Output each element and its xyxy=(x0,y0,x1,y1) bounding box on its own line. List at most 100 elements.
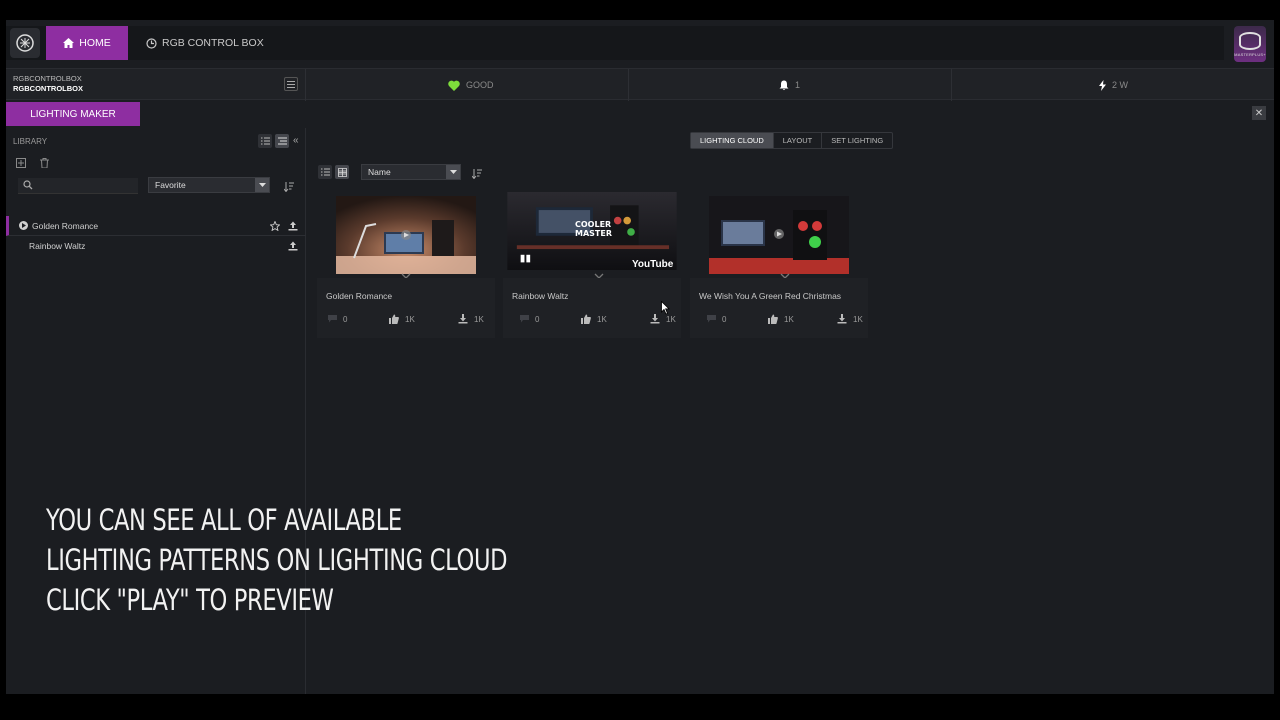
library-item[interactable]: Rainbow Waltz xyxy=(6,236,306,256)
lighting-card[interactable]: We Wish You A Green Red Christmas 0 1K 1… xyxy=(690,190,868,338)
library-sort-button[interactable] xyxy=(283,179,294,197)
caption-line-3: CLICK "PLAY" TO PREVIEW xyxy=(46,583,334,617)
power-status: 2 W xyxy=(1099,69,1128,101)
close-icon: ✕ xyxy=(1254,107,1264,119)
device-menu-button[interactable] xyxy=(284,77,298,91)
upload-icon[interactable] xyxy=(288,221,298,231)
collapse-panel-button[interactable]: « xyxy=(293,135,299,146)
sort-order-button[interactable] xyxy=(471,166,482,184)
card-thumbnail[interactable]: COOLER MASTER YouTube xyxy=(503,190,681,278)
download-icon[interactable] xyxy=(837,314,847,324)
top-nav: HOME RGB CONTROL BOX xyxy=(6,26,1224,60)
thumbs-up-icon[interactable] xyxy=(768,314,778,324)
library-filter-value: Favorite xyxy=(155,180,186,190)
upload-icon[interactable] xyxy=(288,241,298,251)
status-divider xyxy=(305,69,306,101)
double-chevron-left-icon: « xyxy=(293,135,299,146)
library-item-name: Golden Romance xyxy=(32,220,99,231)
chevron-down-icon[interactable] xyxy=(593,272,605,278)
card-title: We Wish You A Green Red Christmas xyxy=(699,291,842,301)
play-icon[interactable] xyxy=(19,221,28,230)
tab-layout[interactable]: LAYOUT xyxy=(774,133,823,148)
device-settings-icon xyxy=(146,37,157,49)
details-icon xyxy=(277,137,287,145)
chevron-down-icon[interactable] xyxy=(779,272,791,278)
star-icon[interactable] xyxy=(270,220,280,231)
red-green-desk-scene-image xyxy=(709,196,849,274)
youtube-badge[interactable]: YouTube xyxy=(632,259,673,270)
card-thumbnail[interactable] xyxy=(690,190,868,278)
notification-status[interactable]: 1 xyxy=(779,69,800,101)
golden-desk-scene-image xyxy=(336,196,476,274)
download-count: 1K xyxy=(474,315,484,324)
comment-icon[interactable] xyxy=(327,314,338,323)
download-icon[interactable] xyxy=(650,314,660,324)
tutorial-caption: YOU CAN SEE ALL OF AVAILABLE LIGHTING PA… xyxy=(46,500,508,620)
lighting-card[interactable]: Golden Romance 0 1K 1K xyxy=(317,190,495,338)
cooler-master-logo-text: COOLER MASTER xyxy=(575,220,612,238)
masterplus-icon xyxy=(1239,31,1261,50)
library-item[interactable]: Golden Romance xyxy=(6,216,306,236)
card-thumbnail[interactable] xyxy=(317,190,495,278)
nav-rgb-control-box-tab[interactable]: RGB CONTROL BOX xyxy=(146,26,264,60)
grid-view-button[interactable] xyxy=(335,165,349,179)
sort-by-value: Name xyxy=(368,167,391,177)
close-button[interactable]: ✕ xyxy=(1252,106,1266,120)
download-icon[interactable] xyxy=(458,314,468,324)
tab-lighting-cloud[interactable]: LIGHTING CLOUD xyxy=(691,133,774,148)
download-count: 1K xyxy=(666,315,676,324)
download-count: 1K xyxy=(853,315,863,324)
chevron-down-icon[interactable] xyxy=(400,272,412,278)
sort-by-select[interactable]: Name xyxy=(361,164,461,180)
library-search-input[interactable] xyxy=(18,178,138,194)
status-divider xyxy=(628,69,629,101)
bell-icon xyxy=(779,80,789,90)
list-view-button[interactable] xyxy=(318,165,332,179)
power-value: 2 W xyxy=(1112,80,1129,90)
search-icon xyxy=(23,180,33,190)
cooler-master-logo[interactable] xyxy=(10,28,40,58)
nav-rgb-label: RGB CONTROL BOX xyxy=(162,37,264,49)
mouse-cursor-icon xyxy=(661,301,670,315)
status-divider xyxy=(951,69,952,101)
device-name-line2: RGBCONTROLBOX xyxy=(13,84,83,93)
sort-icon xyxy=(283,182,294,193)
lighting-card[interactable]: COOLER MASTER YouTube Rainbow Waltz 0 1K… xyxy=(503,190,681,338)
thumbs-up-icon[interactable] xyxy=(389,314,399,324)
product-badge[interactable]: MASTERPLUS+ xyxy=(1234,26,1266,62)
lighting-view-tabs: LIGHTING CLOUD LAYOUT SET LIGHTING xyxy=(690,132,894,149)
card-title: Rainbow Waltz xyxy=(512,291,569,301)
library-item-name: Rainbow Waltz xyxy=(29,241,86,251)
nav-home-tab[interactable]: HOME xyxy=(46,26,128,60)
grid-icon xyxy=(337,167,347,177)
list-icon xyxy=(260,137,270,145)
add-new-icon[interactable] xyxy=(16,158,26,168)
status-bar: RGBCONTROLBOX RGBCONTROLBOX GOOD 1 2 W xyxy=(6,68,1274,101)
device-name-line1: RGBCONTROLBOX xyxy=(13,74,82,83)
like-count: 1K xyxy=(405,315,415,324)
logo-icon xyxy=(16,34,34,52)
library-filter-select[interactable]: Favorite xyxy=(148,177,270,193)
comment-icon[interactable] xyxy=(706,314,717,323)
hamburger-icon xyxy=(287,80,295,88)
tab-set-lighting[interactable]: SET LIGHTING xyxy=(822,133,892,148)
detail-view-button[interactable] xyxy=(275,134,289,148)
home-icon xyxy=(63,38,75,48)
caption-line-2: LIGHTING PATTERNS ON LIGHTING CLOUD xyxy=(46,543,508,577)
comment-icon[interactable] xyxy=(519,314,530,323)
thumbs-up-icon[interactable] xyxy=(581,314,591,324)
lightning-bolt-icon xyxy=(1099,79,1106,91)
health-label: GOOD xyxy=(466,80,494,90)
list-view-button[interactable] xyxy=(258,134,272,148)
health-status: GOOD xyxy=(448,69,494,101)
dropdown-arrow-icon xyxy=(446,165,460,179)
like-count: 1K xyxy=(784,315,794,324)
dropdown-arrow-icon xyxy=(255,178,269,192)
trash-icon[interactable] xyxy=(40,158,49,168)
device-name: RGBCONTROLBOX RGBCONTROLBOX xyxy=(13,74,83,94)
library-title: LIBRARY xyxy=(13,137,48,146)
caption-line-1: YOU CAN SEE ALL OF AVAILABLE xyxy=(46,503,402,537)
list-icon xyxy=(320,168,330,176)
library-toolbar xyxy=(16,158,49,168)
lighting-maker-tab[interactable]: LIGHTING MAKER xyxy=(6,102,140,126)
